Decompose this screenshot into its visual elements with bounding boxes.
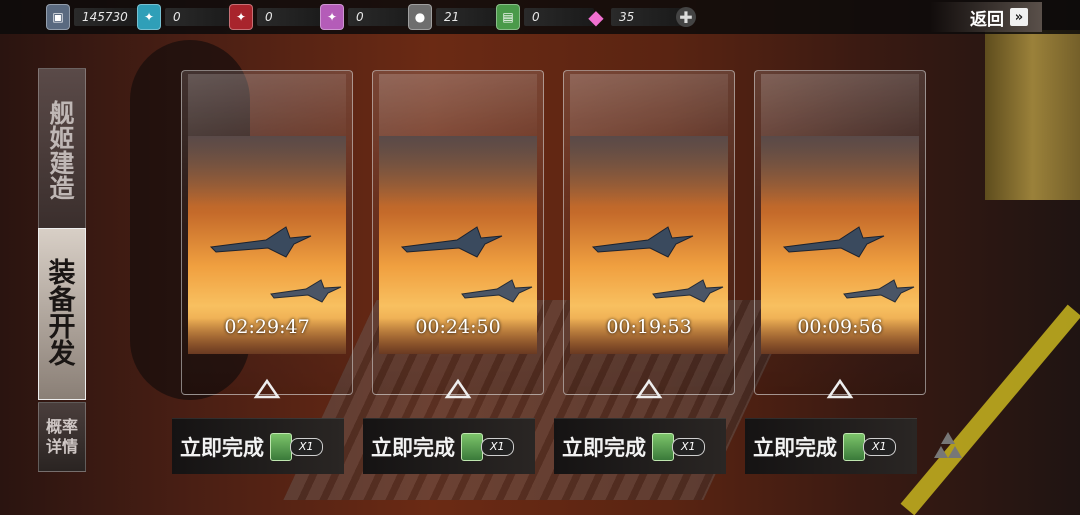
resource-green-ticket[interactable]: ▤ 0: [496, 4, 594, 30]
back-button[interactable]: 返回 »: [930, 2, 1042, 32]
instant-finish-label: 立即完成: [180, 434, 264, 460]
resource-diamond[interactable]: ◆ 35: [585, 4, 681, 30]
gear-crate-icon: ▣: [46, 4, 70, 30]
resource-bar: ▣ 145730 ✦ 0 ✦ 0 ✦ 0 ● 21 ▤ 0 ◆ 35 ✚ 返回 …: [0, 0, 1080, 34]
tab-equipment-development[interactable]: 装 备 开 发: [38, 228, 86, 400]
resource-blue-blueprint[interactable]: ✦ 0: [137, 4, 235, 30]
blue-blueprint-icon: ✦: [137, 4, 161, 30]
cost-badge: X1: [270, 432, 323, 461]
build-slot-1[interactable]: 02:29:47: [181, 70, 353, 399]
slot-timer: 00:09:56: [797, 316, 883, 338]
fighter-plane-icon: [782, 226, 885, 258]
red-blueprint-icon: ✦: [229, 4, 253, 30]
cost-badge: X1: [461, 432, 514, 461]
tab-char: 装: [48, 258, 76, 289]
tab-line: 详情: [45, 437, 78, 456]
pink-blueprint-icon: ✦: [320, 4, 344, 30]
cost-count: X1: [863, 437, 896, 456]
slot-glass: [379, 74, 537, 136]
tab-char: 姬: [49, 123, 75, 153]
cost-count: X1: [481, 437, 514, 456]
tab-char: 造: [49, 173, 75, 203]
back-label: 返回: [970, 9, 1004, 30]
instant-finish-button-4[interactable]: 立即完成 X1: [745, 418, 917, 474]
fighter-plane-icon: [652, 279, 724, 303]
tab-char: 备: [48, 285, 76, 316]
green-ticket-icon: [461, 432, 483, 461]
build-slot-4[interactable]: 00:09:56: [754, 70, 926, 399]
tab-char: 舰: [49, 98, 75, 128]
resource-value: 35: [611, 8, 681, 26]
cost-count: X1: [290, 437, 323, 456]
fighter-plane-icon: [591, 226, 694, 258]
resource-value: 0: [165, 8, 235, 26]
instant-finish-label: 立即完成: [753, 434, 837, 460]
build-slot-2[interactable]: 00:24:50: [372, 70, 544, 399]
fighter-plane-icon: [843, 279, 915, 303]
green-ticket-icon: [652, 432, 674, 461]
double-chevron-right-icon: »: [1010, 8, 1028, 26]
resource-value: 0: [257, 8, 327, 26]
resource-red-blueprint[interactable]: ✦ 0: [229, 4, 327, 30]
collect-triangle-icon[interactable]: [253, 378, 281, 400]
collect-triangle-icon[interactable]: [635, 378, 663, 400]
collect-triangle-icon[interactable]: [444, 378, 472, 400]
instant-finish-label: 立即完成: [371, 434, 455, 460]
slot-timer: 00:19:53: [606, 316, 692, 338]
green-ticket-icon: [270, 432, 292, 461]
instant-finish-button-3[interactable]: 立即完成 X1: [554, 418, 726, 474]
triforce-icon[interactable]: [930, 430, 966, 462]
cost-badge: X1: [652, 432, 705, 461]
silver-medal-icon: ●: [408, 4, 432, 30]
resource-value: 0: [524, 8, 594, 26]
slot-glass: [188, 74, 346, 136]
background-wall-panel: [985, 30, 1080, 200]
background-yellow-stripe: [900, 304, 1080, 515]
collect-triangle-icon[interactable]: [826, 378, 854, 400]
tab-shipgirl-construction[interactable]: 舰 姬 建 造: [38, 68, 86, 233]
tab-probability-details[interactable]: 概率 详情: [38, 402, 86, 472]
instant-finish-button-1[interactable]: 立即完成 X1: [172, 418, 344, 474]
tab-char: 建: [49, 148, 75, 178]
cost-badge: X1: [843, 432, 896, 461]
slot-glass: [761, 74, 919, 136]
add-resource-button[interactable]: ✚: [676, 7, 696, 27]
resource-value: 145730: [74, 8, 144, 26]
build-slot-3[interactable]: 00:19:53: [563, 70, 735, 399]
diamond-icon: ◆: [588, 5, 604, 29]
tab-char: 发: [48, 339, 76, 370]
instant-finish-label: 立即完成: [562, 434, 646, 460]
resource-silver-medal[interactable]: ● 21: [408, 4, 506, 30]
instant-finish-button-2[interactable]: 立即完成 X1: [363, 418, 535, 474]
fighter-plane-icon: [461, 279, 533, 303]
slot-timer: 00:24:50: [415, 316, 501, 338]
slot-glass: [570, 74, 728, 136]
slot-timer: 02:29:47: [224, 316, 310, 338]
resource-pink-blueprint[interactable]: ✦ 0: [320, 4, 418, 30]
fighter-plane-icon: [400, 226, 503, 258]
cost-count: X1: [672, 437, 705, 456]
tab-char: 开: [48, 312, 76, 343]
resource-gear-crate[interactable]: ▣ 145730: [46, 4, 144, 30]
tab-line: 概率: [45, 417, 78, 436]
green-ticket-icon: ▤: [496, 4, 520, 30]
fighter-plane-icon: [270, 279, 342, 303]
green-ticket-icon: [843, 432, 865, 461]
fighter-plane-icon: [209, 226, 312, 258]
